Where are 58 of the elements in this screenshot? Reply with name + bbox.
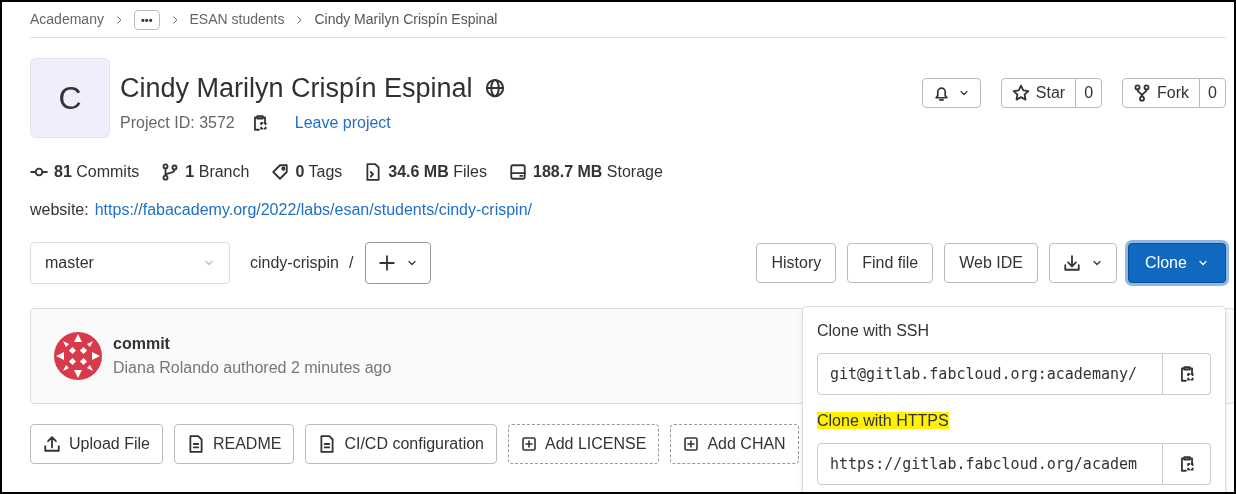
count-badge: 0 bbox=[1075, 79, 1102, 107]
avatar-icon bbox=[53, 331, 103, 381]
path-separator: / bbox=[348, 253, 354, 273]
tag-icon bbox=[271, 163, 290, 181]
breadcrumb-link[interactable]: ESAN students bbox=[189, 9, 285, 30]
notification-button[interactable] bbox=[921, 78, 981, 108]
fork-button[interactable]: Fork bbox=[1123, 79, 1200, 107]
breadcrumb-link[interactable]: Academany bbox=[30, 9, 104, 30]
path-text: cindy-crispin bbox=[250, 253, 339, 273]
download-icon bbox=[1063, 254, 1081, 272]
file-icon bbox=[364, 163, 383, 181]
website-label: website: bbox=[30, 200, 89, 220]
quick-action-button[interactable]: README bbox=[173, 424, 295, 464]
clone-label: Clone with HTTPS bbox=[817, 412, 949, 429]
storage-icon bbox=[509, 163, 527, 181]
stat-link[interactable]: 81 Commits bbox=[54, 160, 140, 184]
leave-project-link[interactable]: Leave project bbox=[294, 110, 391, 135]
stat-link[interactable]: 188.7 MB Storage bbox=[533, 160, 663, 184]
breadcrumb-link[interactable]: Cindy Marilyn Crispín Espinal bbox=[314, 9, 498, 30]
branch-icon bbox=[161, 163, 180, 181]
more-button[interactable]: ••• bbox=[133, 9, 160, 30]
stat-link[interactable]: 0 Tags bbox=[295, 160, 343, 184]
globe-icon bbox=[484, 78, 505, 99]
quick-action-button[interactable]: Upload File bbox=[30, 424, 163, 464]
website-link[interactable]: https://fabacademy.org/2022/labs/esan/students/cindy-crispin/ bbox=[94, 198, 532, 222]
clone-button[interactable]: Clone bbox=[1128, 243, 1226, 283]
commit-title: commit bbox=[113, 334, 171, 354]
upload-icon bbox=[43, 435, 61, 453]
toolbar-button[interactable]: Web IDE bbox=[944, 243, 1038, 283]
download-button[interactable] bbox=[1049, 243, 1117, 283]
toolbar-button[interactable]: Find file bbox=[847, 243, 934, 283]
project-title: Cindy Marilyn Crispín Espinal bbox=[120, 72, 473, 105]
quick-action-button[interactable]: Add LICENSE bbox=[508, 424, 660, 464]
project-id: Project ID: 3572 bbox=[120, 112, 235, 133]
count-badge: 0 bbox=[1199, 79, 1225, 107]
url-field[interactable]: git@gitlab.fabcloud.org:academany/ bbox=[817, 353, 1163, 395]
stat-link[interactable]: 1 Branch bbox=[185, 160, 250, 184]
document-icon bbox=[318, 435, 337, 453]
clone-label: Clone with SSH bbox=[817, 322, 930, 339]
copy-url-button[interactable] bbox=[1163, 443, 1211, 485]
plus-icon bbox=[378, 254, 397, 272]
quick-action-button[interactable]: CI/CD configuration bbox=[305, 424, 497, 464]
document-icon bbox=[186, 435, 205, 453]
toolbar-button[interactable]: History bbox=[756, 243, 837, 283]
quick-action-button[interactable]: Add CHAN bbox=[670, 424, 799, 464]
star-icon bbox=[1011, 84, 1030, 102]
branch-dropdown[interactable]: master bbox=[30, 242, 230, 284]
star-button[interactable]: Star bbox=[1001, 79, 1076, 107]
project-avatar: C bbox=[30, 58, 110, 138]
plus-square-icon bbox=[683, 436, 700, 452]
stat-link[interactable]: 34.6 MB Files bbox=[388, 160, 487, 184]
bell-icon bbox=[932, 84, 950, 102]
plus-square-icon bbox=[521, 436, 537, 452]
fork-icon bbox=[1133, 84, 1152, 102]
url-field[interactable]: https://gitlab.fabcloud.org/academ bbox=[817, 443, 1163, 485]
commit-meta: Diana Rolando authored 2 minutes ago bbox=[113, 358, 392, 378]
copy-url-button[interactable] bbox=[1163, 353, 1211, 395]
add-dropdown-button[interactable] bbox=[365, 242, 432, 284]
